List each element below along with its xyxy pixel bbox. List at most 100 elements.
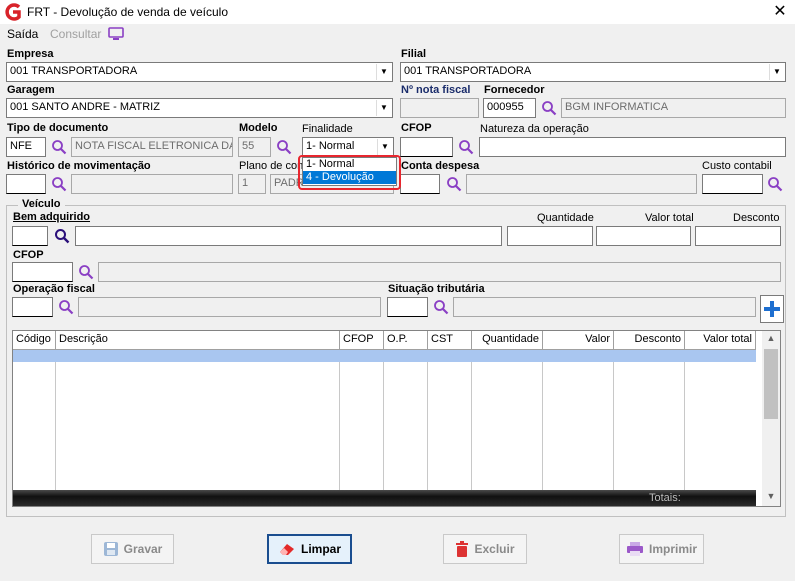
natureza-label: Natureza da operação	[480, 123, 589, 135]
modelo-input: 55	[238, 137, 271, 157]
search-icon[interactable]	[541, 100, 557, 116]
bem-code-input[interactable]	[12, 226, 48, 246]
app-logo-icon	[5, 3, 21, 21]
historico-name-input	[71, 174, 233, 194]
historico-code-input[interactable]	[6, 174, 46, 194]
veiculo-cfop-label: CFOP	[13, 249, 44, 261]
desconto-input[interactable]	[695, 226, 781, 246]
grid-footer-totais-label: Totais:	[649, 492, 681, 504]
garagem-select[interactable]: 001 SANTO ANDRE - MATRIZ ▼	[6, 98, 393, 118]
operacao-fiscal-code-input[interactable]	[12, 297, 53, 317]
column-divider	[339, 362, 340, 490]
gravar-button[interactable]: Gravar	[91, 534, 174, 564]
conta-despesa-code-input[interactable]	[400, 174, 440, 194]
desconto-label: Desconto	[733, 212, 780, 224]
filial-label: Filial	[401, 48, 427, 60]
grid-header-valor-total[interactable]: Valor total	[685, 331, 756, 350]
situacao-tributaria-name-input	[453, 297, 756, 317]
vertical-scrollbar[interactable]: ▲ ▼	[762, 331, 780, 506]
scroll-down-icon[interactable]: ▼	[762, 491, 780, 505]
veiculo-cfop-input[interactable]	[12, 262, 73, 282]
grid-header-quantidade[interactable]: Quantidade	[472, 331, 543, 350]
search-icon[interactable]	[51, 176, 67, 192]
search-icon[interactable]	[78, 264, 94, 280]
search-icon[interactable]	[433, 299, 449, 315]
custo-contabil-input[interactable]	[702, 174, 763, 194]
natureza-input[interactable]	[479, 137, 786, 157]
plano-contas-label: Plano de con	[239, 160, 304, 172]
eraser-icon	[279, 544, 294, 555]
limpar-label: Limpar	[300, 542, 341, 556]
quantidade-input[interactable]	[507, 226, 593, 246]
add-item-button[interactable]	[760, 295, 784, 323]
historico-label: Histórico de movimentação	[7, 160, 151, 172]
grid-header-cst[interactable]: CST	[428, 331, 472, 350]
search-icon[interactable]	[446, 176, 462, 192]
filial-select[interactable]: 001 TRANSPORTADORA ▼	[400, 62, 786, 82]
cfop-label: CFOP	[401, 122, 432, 134]
chevron-down-icon: ▼	[376, 100, 391, 116]
search-icon[interactable]	[276, 139, 292, 155]
scroll-up-icon[interactable]: ▲	[762, 333, 780, 347]
veiculo-group-label: Veículo	[18, 198, 65, 210]
tipo-documento-code-input[interactable]: NFE	[6, 137, 46, 157]
plano-contas-code-input: 1	[238, 174, 266, 194]
gravar-label: Gravar	[123, 542, 163, 556]
search-icon[interactable]	[767, 176, 783, 192]
grid-header-codigo[interactable]: Código	[13, 331, 56, 350]
tipo-documento-label: Tipo de documento	[7, 122, 109, 134]
window-title: FRT - Devolução de venda de veículo	[27, 5, 229, 19]
column-divider	[471, 362, 472, 490]
bem-adquirido-label: Bem adquirido	[13, 211, 91, 223]
search-icon[interactable]	[458, 139, 474, 155]
modelo-label: Modelo	[239, 122, 278, 134]
bem-description-input[interactable]	[75, 226, 502, 246]
finalidade-value: 1- Normal	[306, 140, 355, 152]
empresa-select[interactable]: 001 TRANSPORTADORA ▼	[6, 62, 393, 82]
fornecedor-label: Fornecedor	[484, 84, 545, 96]
column-divider	[542, 362, 543, 490]
cfop-input[interactable]	[400, 137, 453, 157]
custo-contabil-label: Custo contabil	[702, 160, 772, 172]
operacao-fiscal-name-input	[78, 297, 381, 317]
chevron-down-icon: ▼	[769, 64, 784, 80]
limpar-button[interactable]: Limpar	[267, 534, 352, 564]
nota-fiscal-label: Nº nota fiscal	[401, 84, 471, 96]
menu-saida[interactable]: Saída	[7, 27, 38, 41]
close-icon[interactable]: ✕	[770, 2, 790, 22]
excluir-label: Excluir	[474, 542, 515, 556]
search-icon[interactable]	[58, 299, 74, 315]
empresa-value: 001 TRANSPORTADORA	[10, 65, 138, 77]
valor-total-label: Valor total	[645, 212, 694, 224]
finalidade-select[interactable]: 1- Normal ▼	[302, 137, 394, 157]
search-icon[interactable]	[51, 139, 67, 155]
filial-value: 001 TRANSPORTADORA	[404, 65, 532, 77]
grid-footer: Totais:	[13, 490, 756, 506]
nota-fiscal-input[interactable]	[400, 98, 479, 118]
valor-total-input[interactable]	[596, 226, 691, 246]
menu-consultar[interactable]: Consultar	[50, 27, 101, 41]
monitor-icon[interactable]	[108, 27, 124, 41]
veiculo-cfop-name-input	[98, 262, 781, 282]
search-icon[interactable]	[54, 228, 70, 244]
table-row[interactable]	[13, 350, 756, 362]
grid-header-cfop[interactable]: CFOP	[340, 331, 384, 350]
items-grid: Código Descrição CFOP O.P. CST Quantidad…	[12, 330, 781, 507]
chevron-down-icon: ▼	[377, 139, 392, 155]
scrollbar-thumb[interactable]	[764, 349, 778, 419]
fornecedor-code-input[interactable]: 000955	[483, 98, 536, 118]
situacao-tributaria-code-input[interactable]	[387, 297, 428, 317]
save-icon	[103, 542, 118, 556]
grid-header-op[interactable]: O.P.	[384, 331, 428, 350]
grid-header-descricao[interactable]: Descrição	[56, 331, 340, 350]
grid-header-desconto[interactable]: Desconto	[614, 331, 685, 350]
imprimir-button[interactable]: Imprimir	[619, 534, 704, 564]
tipo-documento-name-input: NOTA FISCAL ELETRONICA DA	[71, 137, 233, 157]
excluir-button[interactable]: Excluir	[443, 534, 527, 564]
garagem-value: 001 SANTO ANDRE - MATRIZ	[10, 101, 160, 113]
grid-header-valor[interactable]: Valor	[543, 331, 614, 350]
annotation-highlight	[298, 155, 401, 190]
conta-despesa-label: Conta despesa	[401, 160, 480, 172]
column-divider	[55, 362, 56, 490]
garagem-label: Garagem	[7, 84, 55, 96]
